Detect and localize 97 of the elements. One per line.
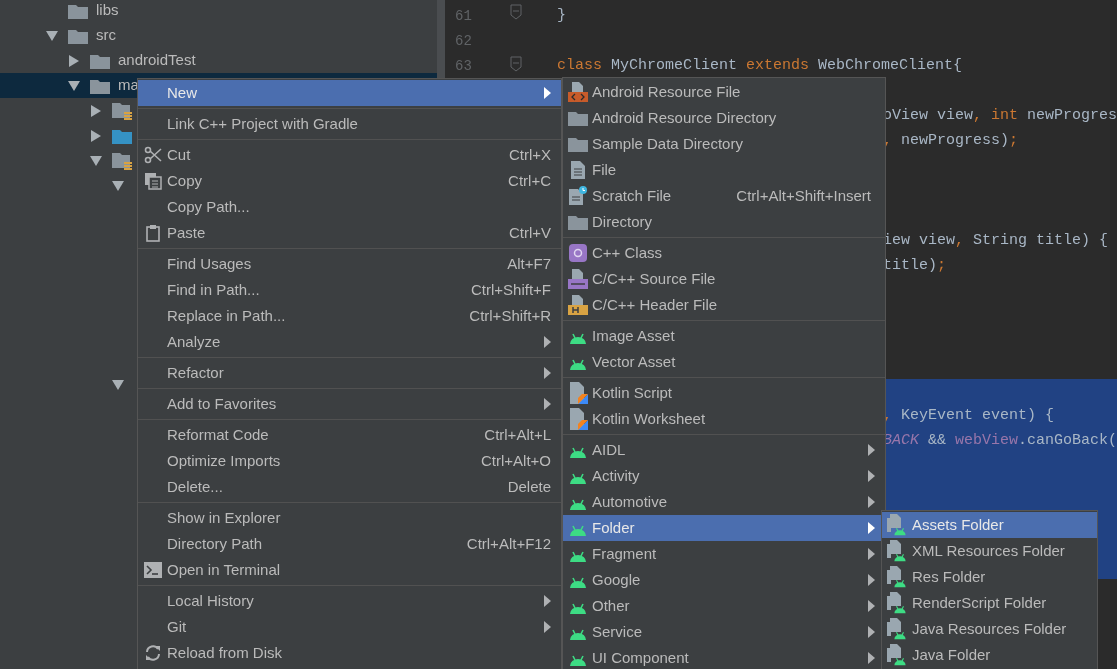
menu-item[interactable]: RenderScript Folder	[882, 590, 1097, 616]
menu-item[interactable]: Link C++ Project with Gradle	[138, 111, 561, 137]
kotlin-file-icon	[567, 382, 588, 404]
header-file-icon	[567, 295, 588, 315]
menu-item[interactable]: Reformat Code Ctrl+Alt+L	[138, 422, 561, 448]
android-folder-icon	[887, 618, 907, 640]
menu-item[interactable]: Refactor	[138, 360, 561, 386]
menu-item[interactable]: Find Usages Alt+F7	[138, 251, 561, 277]
menu-item[interactable]: Reload from Disk	[138, 640, 561, 666]
folder-icon	[567, 110, 588, 126]
menu-item[interactable]: UI Component	[563, 645, 885, 669]
menu-item[interactable]: Res Folder	[882, 564, 1097, 590]
menu-item[interactable]: Other	[563, 593, 885, 619]
menu-item[interactable]: Directory	[563, 209, 885, 235]
menu-item[interactable]: Show in Explorer	[138, 505, 561, 531]
android-folder-icon	[887, 540, 907, 562]
code-line: }	[556, 6, 566, 27]
folder-icon	[90, 52, 110, 69]
menu-item[interactable]: Image Asset	[563, 323, 885, 349]
menu-item[interactable]: Cut Ctrl+X	[138, 142, 561, 168]
collapse-arrow-icon[interactable]	[112, 378, 124, 391]
folder-icon	[112, 101, 132, 120]
menu-item[interactable]: Open in Terminal	[138, 557, 561, 583]
fold-marker-icon	[510, 56, 522, 72]
android-folder-icon	[887, 566, 907, 588]
menu-item[interactable]: Vector Asset	[563, 349, 885, 375]
reload-icon	[143, 644, 162, 662]
collapse-arrow-icon[interactable]	[46, 29, 58, 42]
menu-item[interactable]: Assets Folder	[882, 512, 1097, 538]
code-line: iew view, String title) {	[882, 231, 1108, 252]
copy-icon	[143, 172, 162, 190]
folder-icon	[68, 27, 88, 44]
menu-item[interactable]: Scratch File Ctrl+Alt+Shift+Insert	[563, 183, 885, 209]
menu-item[interactable]: Java Resources Folder	[882, 616, 1097, 642]
scissors-icon	[143, 146, 162, 164]
folder-icon	[112, 151, 132, 170]
menu-item[interactable]: Service	[563, 619, 885, 645]
expand-arrow-icon[interactable]	[90, 104, 102, 117]
menu-item[interactable]: XML Resources Folder	[882, 538, 1097, 564]
file-icon	[569, 160, 586, 180]
line-number: 63	[455, 57, 472, 76]
menu-item[interactable]: Analyze	[138, 329, 561, 355]
source-file-icon	[567, 269, 588, 289]
collapse-arrow-icon[interactable]	[90, 154, 102, 167]
folder-icon	[68, 2, 88, 19]
line-number: 62	[455, 32, 472, 51]
menu-item[interactable]: Add to Favorites	[138, 391, 561, 417]
menu-item[interactable]: Paste Ctrl+V	[138, 220, 561, 246]
menu-item[interactable]: Fragment	[563, 541, 885, 567]
menu-item[interactable]: Kotlin Script	[563, 380, 885, 406]
code-line: title);	[882, 256, 946, 277]
menu-item[interactable]: Sample Data Directory	[563, 131, 885, 157]
android-folder-icon	[887, 592, 907, 614]
menu-item[interactable]: Local History	[138, 588, 561, 614]
line-number: 61	[455, 7, 472, 26]
menu-item[interactable]: Copy Path...	[138, 194, 561, 220]
android-folder-icon	[887, 514, 907, 536]
menu-item[interactable]: Android Resource Directory	[563, 105, 885, 131]
menu-item[interactable]: Android Resource File	[563, 79, 885, 105]
android-folder-icon	[887, 644, 907, 666]
menu-item[interactable]: Activity	[563, 463, 885, 489]
tree-label[interactable]: libs	[96, 0, 119, 22]
menu-item[interactable]: New	[138, 80, 561, 106]
expand-arrow-icon[interactable]	[90, 129, 102, 142]
menu-item[interactable]: Automotive	[563, 489, 885, 515]
clipboard-icon	[143, 224, 162, 242]
code-line: class MyChromeClient extends WebChromeClient{	[556, 56, 962, 77]
collapse-arrow-icon[interactable]	[68, 79, 80, 92]
menu-item[interactable]: Optimize Imports Ctrl+Alt+O	[138, 448, 561, 474]
resource-file-icon	[567, 82, 588, 102]
menu-item[interactable]: Replace in Path... Ctrl+Shift+R	[138, 303, 561, 329]
fold-marker-icon	[510, 4, 522, 20]
scratch-file-icon	[567, 186, 588, 206]
kotlin-file-icon	[567, 408, 588, 430]
folder-icon	[90, 77, 110, 94]
menu-item[interactable]: Find in Path... Ctrl+Shift+F	[138, 277, 561, 303]
folder-icon	[112, 127, 132, 144]
menu-item[interactable]: C/C++ Header File	[563, 292, 885, 318]
tree-label[interactable]: src	[96, 24, 116, 47]
menu-item[interactable]: File	[563, 157, 885, 183]
folder-icon	[567, 214, 588, 230]
folder-icon	[567, 136, 588, 152]
collapse-arrow-icon[interactable]	[112, 179, 124, 192]
menu-item[interactable]: Java Folder	[882, 642, 1097, 668]
menu-item[interactable]: Kotlin Worksheet	[563, 406, 885, 432]
class-icon	[568, 244, 587, 262]
menu-item[interactable]: AIDL	[563, 437, 885, 463]
expand-arrow-icon[interactable]	[68, 54, 80, 67]
menu-item[interactable]: Directory Path Ctrl+Alt+F12	[138, 531, 561, 557]
menu-item[interactable]: C++ Class	[563, 240, 885, 266]
menu-item[interactable]: Copy Ctrl+C	[138, 168, 561, 194]
terminal-icon	[143, 562, 162, 578]
tree-label[interactable]: androidTest	[118, 49, 196, 72]
menu-item[interactable]: Git	[138, 614, 561, 640]
menu-item[interactable]: Google	[563, 567, 885, 593]
menu-item[interactable]: C/C++ Source File	[563, 266, 885, 292]
menu-item[interactable]: Delete... Delete	[138, 474, 561, 500]
